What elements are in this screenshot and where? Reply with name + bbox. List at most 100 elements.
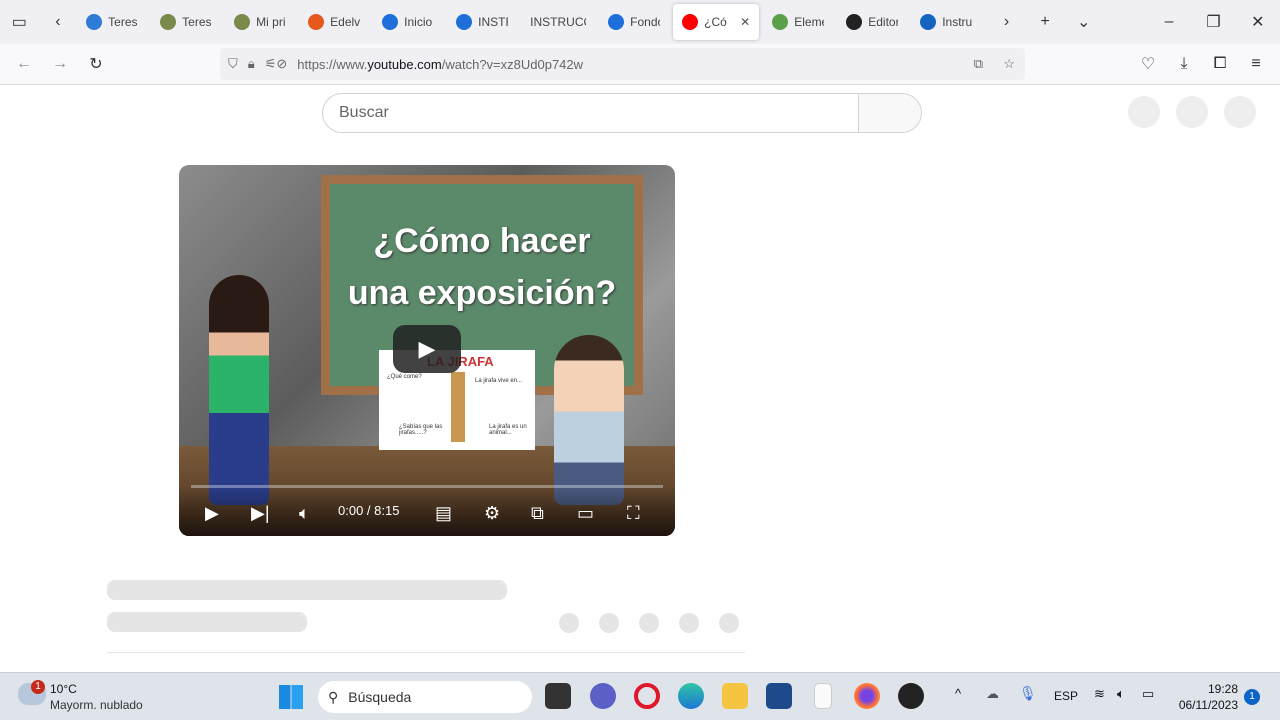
picture-in-picture-icon[interactable]: ⧉: [974, 56, 983, 72]
tab-list-icon[interactable]: ▭: [0, 0, 39, 44]
tab-11[interactable]: Instru: [911, 4, 981, 40]
edge-icon[interactable]: [678, 683, 704, 709]
tab-label: INSTRUCC: [530, 15, 587, 29]
volume-icon[interactable]: 🔈︎: [1117, 686, 1125, 702]
weather-temp[interactable]: 10°C: [50, 682, 77, 696]
weather-desc[interactable]: Mayorm. nublado: [50, 698, 143, 712]
back-button[interactable]: ←: [6, 55, 42, 73]
reload-button[interactable]: ↻: [78, 54, 114, 74]
volume-icon[interactable]: 🔈︎: [299, 503, 310, 524]
permissions-icon[interactable]: ⚟⊘: [265, 56, 288, 72]
firefox-icon[interactable]: [854, 683, 880, 709]
restore-button[interactable]: ❐: [1191, 0, 1235, 44]
tab-favicon-icon: [308, 14, 325, 30]
tab-4[interactable]: Inicio: [373, 4, 443, 40]
giraffe-image: [451, 372, 465, 442]
tab-label: Teresa: [108, 15, 138, 29]
onedrive-icon[interactable]: ☁: [986, 686, 999, 702]
progress-bar[interactable]: [191, 485, 663, 488]
thumbnail-boy: [554, 335, 624, 505]
extensions-icon[interactable]: ⧠: [1202, 55, 1238, 73]
poster-text: La jirafa vive en...: [475, 378, 523, 384]
lock-icon[interactable]: 🔒︎: [248, 56, 255, 72]
list-all-tabs-button[interactable]: ⌄: [1064, 0, 1103, 44]
tab-favicon-icon: [86, 14, 103, 30]
close-tab-icon[interactable]: ✕: [740, 15, 750, 29]
action-skeleton: [639, 613, 659, 633]
video-player[interactable]: ¿Cómo hacer una exposición? LA JIRAFA ¿Q…: [179, 165, 675, 536]
tab-6[interactable]: INSTRUCC: [521, 4, 595, 40]
channel-skeleton: [107, 612, 307, 632]
search-placeholder: Búsqueda: [348, 689, 412, 705]
play-large-button[interactable]: ▶: [393, 325, 461, 373]
tab-9[interactable]: Eleme: [763, 4, 833, 40]
search-input[interactable]: Buscar: [322, 93, 859, 133]
tab-favicon-icon: [772, 14, 789, 30]
obs-icon[interactable]: [898, 683, 924, 709]
start-button[interactable]: [279, 685, 303, 709]
task-view-icon[interactable]: [545, 683, 571, 709]
play-icon[interactable]: ▶: [205, 503, 219, 524]
poster-text: ¿Sabías que las jirafas.....?: [399, 424, 443, 436]
tab-7[interactable]: Fondo: [599, 4, 669, 40]
thumbnail-title-line2: una exposición?: [347, 274, 617, 312]
tab-label: Instru: [942, 15, 973, 29]
scroll-tabs-right-button[interactable]: ›: [987, 0, 1026, 44]
battery-icon[interactable]: ▭: [1142, 686, 1154, 702]
placeholder-icon[interactable]: [1128, 96, 1160, 128]
forward-button[interactable]: →: [42, 55, 78, 73]
opera-icon[interactable]: [634, 683, 660, 709]
url-bar[interactable]: ⛉ 🔒︎ ⚟⊘ https://www.youtube.com/watch?v=…: [220, 48, 1025, 80]
file-icon[interactable]: [814, 683, 832, 709]
scroll-tabs-left-button[interactable]: ‹: [39, 0, 78, 44]
taskbar-search[interactable]: ⚲ Búsqueda: [318, 681, 532, 713]
clock-date[interactable]: 06/11/2023: [1168, 698, 1238, 712]
tab-label: ¿Có: [704, 15, 727, 29]
bookmark-star-icon[interactable]: ☆: [1003, 56, 1015, 72]
tab-10[interactable]: Editor: [837, 4, 907, 40]
tab-label: Teresa: [182, 15, 212, 29]
miniplayer-icon[interactable]: ⧉: [531, 503, 544, 524]
tab-8[interactable]: ¿Có ✕: [673, 4, 760, 40]
subtitles-icon[interactable]: ▤: [435, 503, 452, 524]
weather-badge: 1: [31, 680, 45, 694]
tab-1[interactable]: Teresa: [151, 4, 221, 40]
show-hidden-icons-icon[interactable]: ^: [955, 686, 961, 701]
tab-3[interactable]: Edelvi: [299, 4, 369, 40]
minimize-button[interactable]: –: [1147, 0, 1191, 44]
search-button[interactable]: [858, 93, 922, 133]
wifi-icon[interactable]: ≋: [1094, 686, 1105, 702]
tab-label: Eleme: [794, 15, 824, 29]
teams-icon[interactable]: [590, 683, 616, 709]
avatar[interactable]: [1224, 96, 1256, 128]
close-window-button[interactable]: ✕: [1236, 0, 1280, 44]
language-indicator[interactable]: ESP: [1054, 689, 1078, 703]
theater-mode-icon[interactable]: ▭: [577, 503, 594, 524]
tab-label: Edelvi: [330, 15, 361, 29]
divider: [107, 652, 745, 653]
time-display: 0:00 / 8:15: [338, 503, 400, 518]
tab-5[interactable]: INSTR: [447, 4, 517, 40]
pocket-icon[interactable]: ♡: [1130, 54, 1166, 74]
fullscreen-icon[interactable]: ⛶: [627, 503, 640, 524]
tab-2[interactable]: Mi pri: [225, 4, 295, 40]
next-icon[interactable]: ▶|: [251, 503, 270, 524]
title-skeleton: [107, 580, 507, 600]
tab-favicon-icon: [382, 14, 399, 30]
microphone-icon[interactable]: 🎙︎: [1019, 685, 1037, 702]
tab-favicon-icon: [608, 14, 625, 30]
placeholder-icon[interactable]: [1176, 96, 1208, 128]
file-explorer-icon[interactable]: [722, 683, 748, 709]
notification-badge[interactable]: 1: [1244, 689, 1260, 705]
url-text[interactable]: https://www.youtube.com/watch?v=xz8Ud0p7…: [297, 57, 583, 72]
tab-0[interactable]: Teresa: [77, 4, 147, 40]
shield-icon[interactable]: ⛉: [228, 56, 238, 72]
new-tab-button[interactable]: +: [1026, 0, 1065, 44]
store-icon[interactable]: [766, 683, 792, 709]
settings-gear-icon[interactable]: ⚙: [484, 503, 500, 524]
thumbnail-teacher: [209, 275, 269, 505]
downloads-icon[interactable]: ⤓: [1166, 55, 1202, 73]
menu-icon[interactable]: ≡: [1238, 55, 1274, 73]
clock-time[interactable]: 19:28: [1168, 682, 1238, 696]
taskbar: 1 10°C Mayorm. nublado ⚲ Búsqueda ^ ☁ 🎙︎ …: [0, 672, 1280, 720]
